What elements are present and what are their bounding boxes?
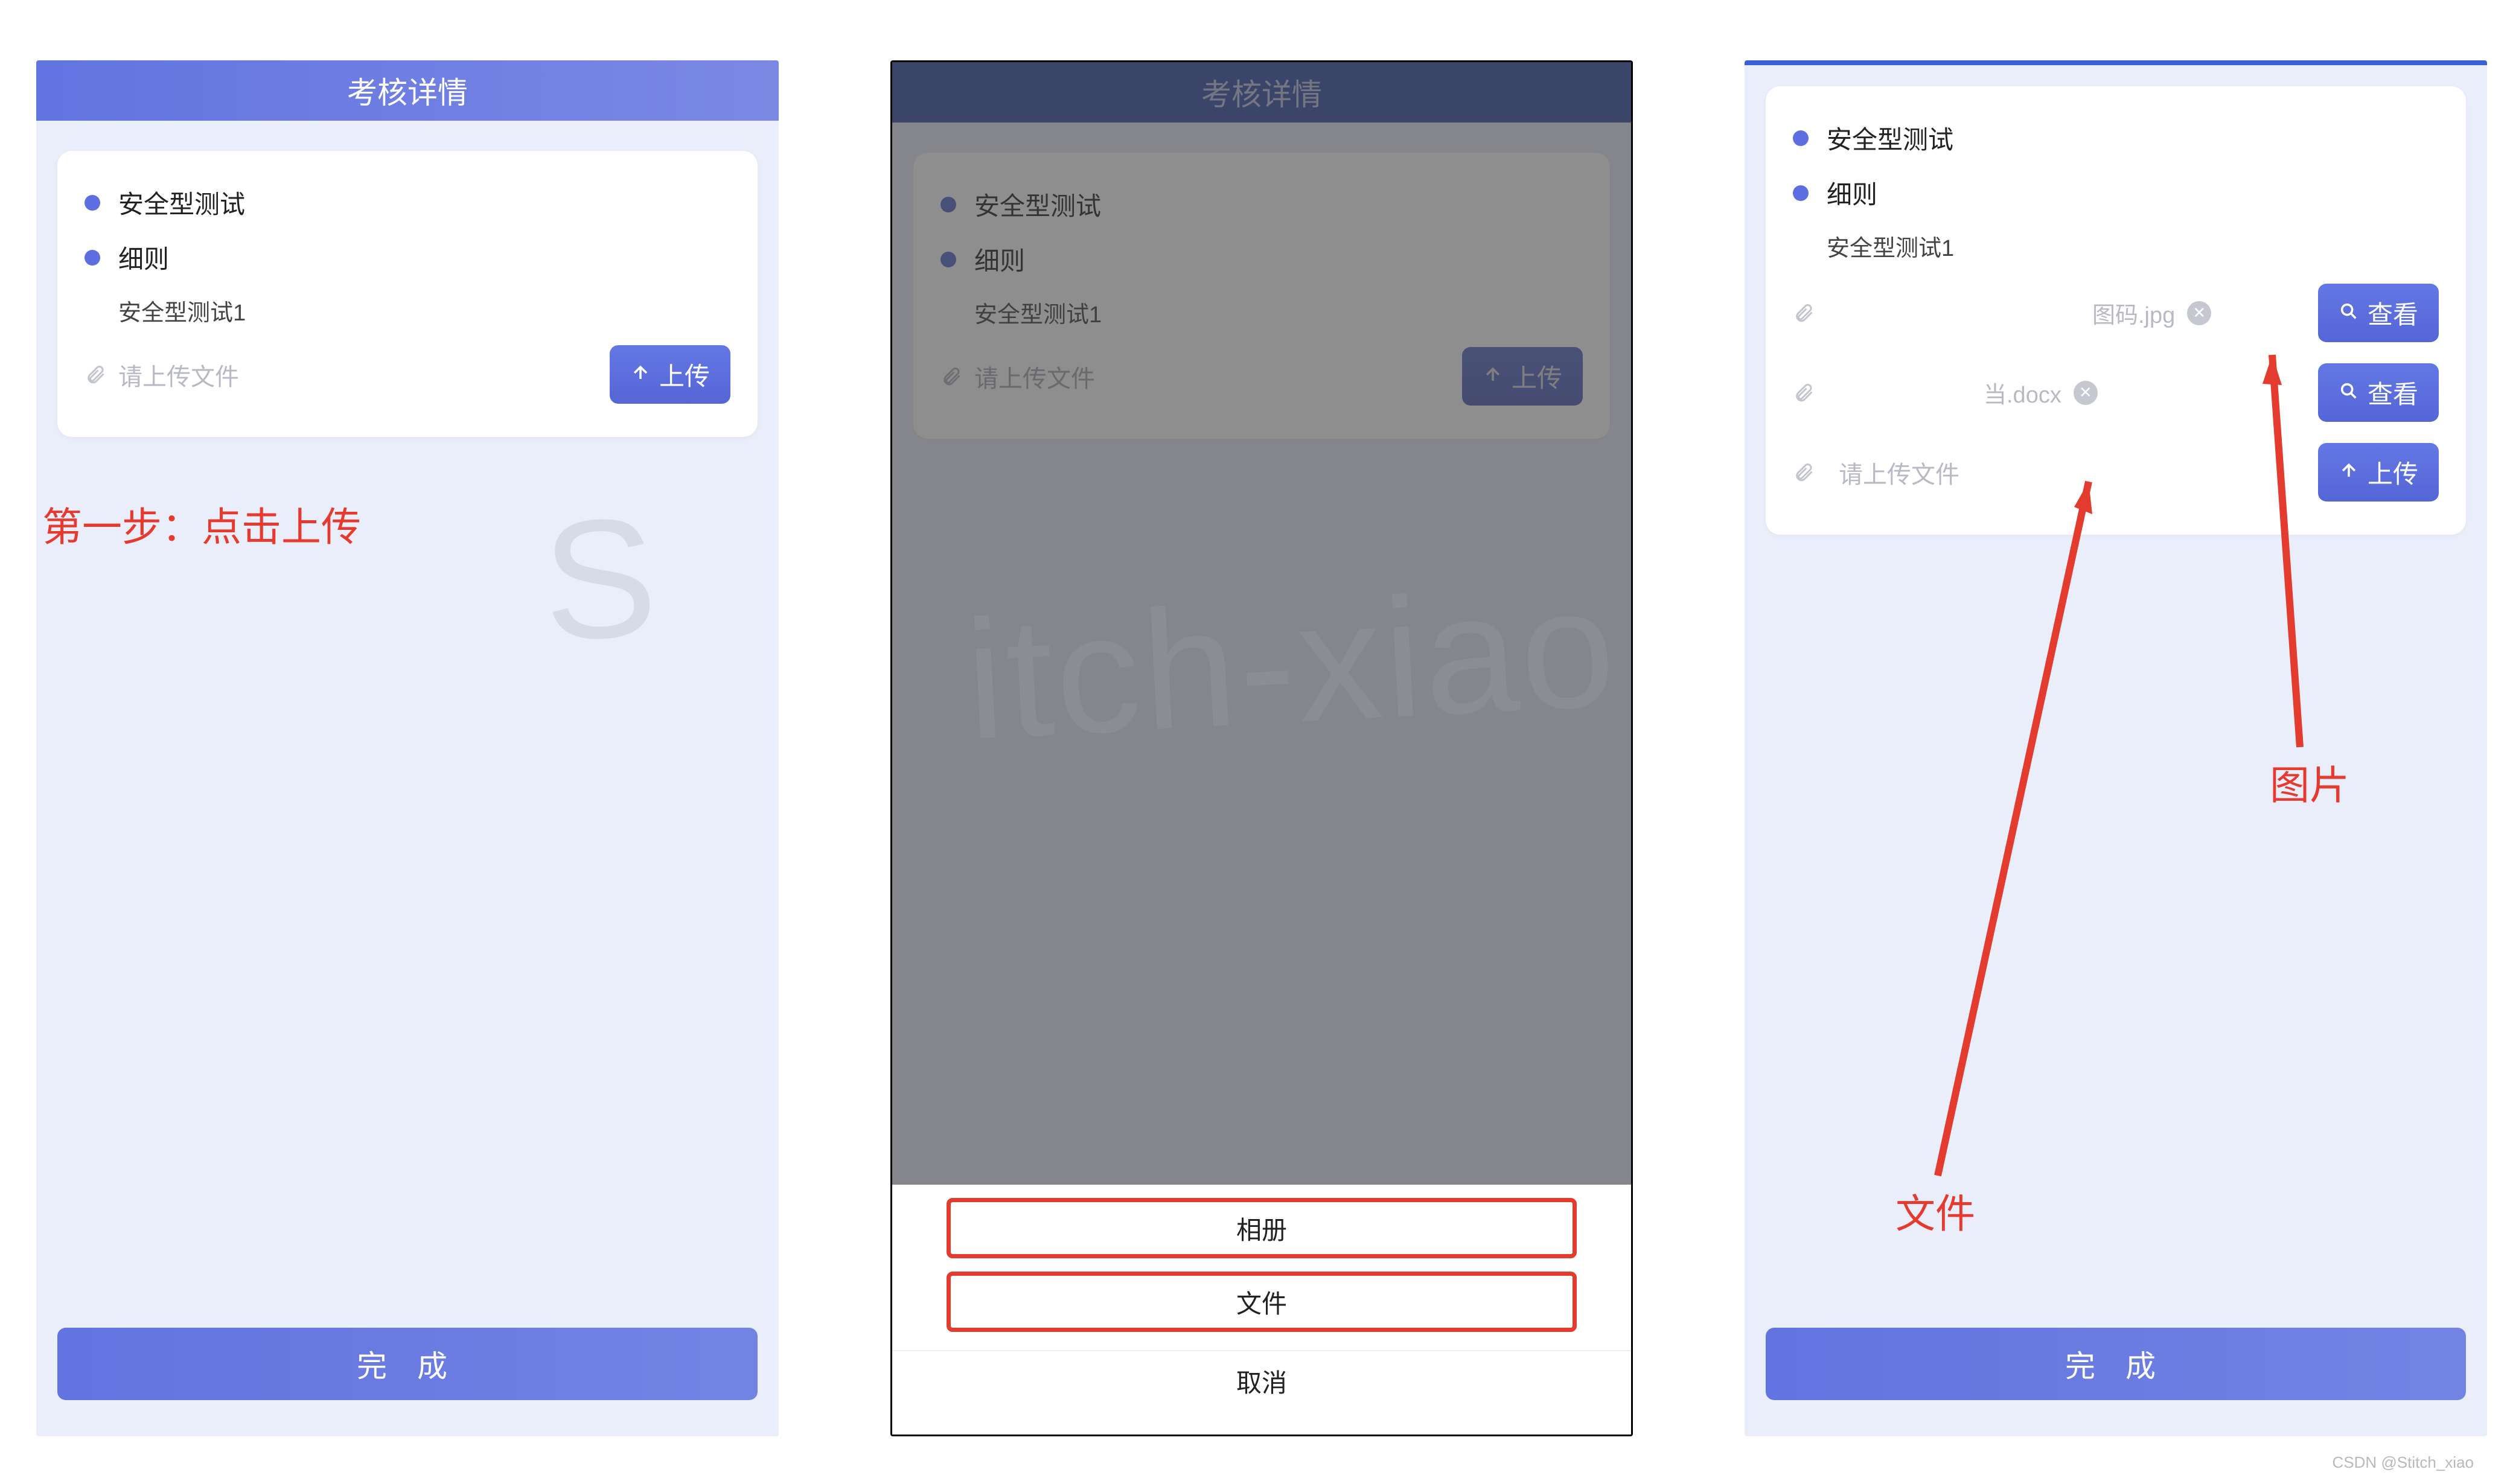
bullet-dot-icon xyxy=(1793,130,1809,146)
annotation-file-label: 文件 xyxy=(1895,1182,1975,1240)
action-sheet: 相册 文件 取消 xyxy=(892,1185,1631,1435)
file-left: 图码.jpg ✕ xyxy=(1793,296,2211,330)
search-icon xyxy=(2339,299,2359,328)
upload-left: 请上传文件 xyxy=(85,357,239,392)
bullet-1-label: 安全型测试 xyxy=(118,184,245,221)
bullet-2-label: 细则 xyxy=(1827,174,1877,211)
sheet-cancel-label: 取消 xyxy=(1236,1363,1287,1400)
view-button-2[interactable]: 查看 xyxy=(2318,363,2439,422)
remove-file-icon[interactable]: ✕ xyxy=(2187,301,2211,325)
remove-file-icon[interactable]: ✕ xyxy=(2074,381,2098,405)
panel3-content: 安全型测试 细则 安全型测试1 图码.jpg ✕ xyxy=(1745,65,2487,1436)
upload-button-label: 上传 xyxy=(2368,454,2418,491)
paperclip-icon xyxy=(1793,302,1815,324)
bullet-dot-icon xyxy=(85,250,100,266)
sheet-album-label: 相册 xyxy=(1236,1210,1287,1247)
annotation-image-label: 图片 xyxy=(2270,753,2349,811)
file-row-1: 图码.jpg ✕ 查看 xyxy=(1793,284,2439,342)
upload-row: 请上传文件 上传 xyxy=(1793,443,2439,502)
upload-arrow-icon xyxy=(630,360,651,389)
panel1-content: 安全型测试 细则 安全型测试1 请上传文件 上传 xyxy=(36,121,779,1436)
sheet-cancel-button[interactable]: 取消 xyxy=(892,1350,1631,1410)
sheet-file-button[interactable]: 文件 xyxy=(947,1272,1577,1332)
bullet-row-2: 细则 xyxy=(1793,174,2439,211)
sheet-album-button[interactable]: 相册 xyxy=(947,1198,1577,1258)
file-2-name: 当.docx xyxy=(1984,376,2061,409)
upload-button[interactable]: 上传 xyxy=(2318,443,2439,502)
view-button-1[interactable]: 查看 xyxy=(2318,284,2439,342)
upload-button[interactable]: 上传 xyxy=(610,345,730,404)
panel-step1: 考核详情 安全型测试 细则 安全型测试1 请上传文件 xyxy=(36,60,779,1436)
complete-label: 完 成 xyxy=(357,1342,458,1386)
paperclip-icon xyxy=(1793,462,1815,483)
view-button-label: 查看 xyxy=(2368,295,2418,331)
assessment-card: 安全型测试 细则 安全型测试1 请上传文件 上传 xyxy=(57,151,758,437)
page-header: 考核详情 xyxy=(36,60,779,121)
paperclip-icon xyxy=(85,364,106,386)
bullet-2-label: 细则 xyxy=(118,239,169,276)
complete-label: 完 成 xyxy=(2065,1342,2167,1386)
upload-arrow-icon xyxy=(2339,458,2359,487)
sheet-file-label: 文件 xyxy=(1236,1284,1287,1320)
bullet-row-2: 细则 xyxy=(85,239,730,276)
header-title: 考核详情 xyxy=(347,69,468,112)
file-row-2: 当.docx ✕ 查看 xyxy=(1793,363,2439,422)
footer-credit: CSDN @Stitch_xiao xyxy=(2333,1453,2474,1472)
bullet-row-1: 安全型测试 xyxy=(1793,119,2439,156)
file-1-name: 图码.jpg xyxy=(2092,296,2175,330)
upload-row: 请上传文件 上传 xyxy=(85,345,730,404)
upload-left: 请上传文件 xyxy=(1793,455,1959,490)
bullet-dot-icon xyxy=(1793,185,1809,201)
panel-step2: 考核详情 安全型测试 细则 安全型测试1 请上传文件 xyxy=(890,60,1633,1436)
view-button-label: 查看 xyxy=(2368,374,2418,411)
upload-placeholder: 请上传文件 xyxy=(118,357,239,392)
bullet-dot-icon xyxy=(85,195,100,211)
annotation-step1: 第一步：点击上传 xyxy=(42,495,361,553)
subtitle: 安全型测试1 xyxy=(1827,229,2439,263)
upload-placeholder: 请上传文件 xyxy=(1839,455,1959,490)
file-left: 当.docx ✕ xyxy=(1793,376,2098,409)
panel-step3: 安全型测试 细则 安全型测试1 图码.jpg ✕ xyxy=(1745,60,2487,1436)
subtitle: 安全型测试1 xyxy=(118,294,730,327)
bullet-1-label: 安全型测试 xyxy=(1827,119,1953,156)
complete-button[interactable]: 完 成 xyxy=(1766,1328,2466,1400)
upload-button-label: 上传 xyxy=(659,356,710,393)
bullet-row-1: 安全型测试 xyxy=(85,184,730,221)
complete-button[interactable]: 完 成 xyxy=(57,1328,758,1400)
assessment-card: 安全型测试 细则 安全型测试1 图码.jpg ✕ xyxy=(1766,86,2466,535)
search-icon xyxy=(2339,378,2359,407)
paperclip-icon xyxy=(1793,382,1815,404)
